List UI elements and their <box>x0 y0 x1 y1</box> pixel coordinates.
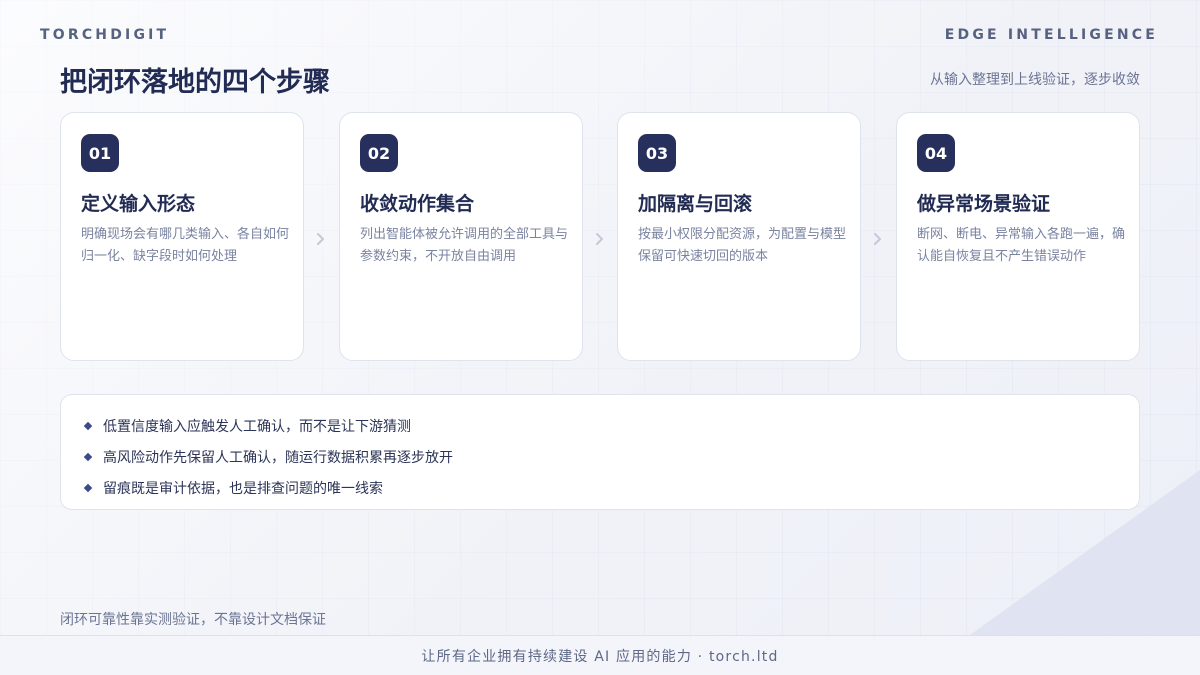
page-subtitle: 从输入整理到上线验证，逐步收敛 <box>930 72 1140 88</box>
step-number-badge: 04 <box>917 134 955 172</box>
list-item-text: 留痕既是审计依据，也是排查问题的唯一线索 <box>103 480 383 497</box>
step-title: 加隔离与回滚 <box>638 193 753 215</box>
step-description: 列出智能体被允许调用的全部工具与参数约束，不开放自由调用 <box>360 227 569 264</box>
footer-text: 让所有企业拥有持续建设 AI 应用的能力 · torch.ltd <box>421 648 779 665</box>
list-item-text: 高风险动作先保留人工确认，随运行数据积累再逐步放开 <box>103 449 453 466</box>
diamond-icon <box>83 421 93 430</box>
list-item: 留痕既是审计依据，也是排查问题的唯一线索 <box>83 472 1139 503</box>
chevron-right-icon <box>593 229 607 249</box>
step-description: 明确现场会有哪几类输入、各自如何归一化、缺字段时如何处理 <box>81 227 290 264</box>
diamond-icon <box>83 452 93 461</box>
step-card-3: 03 加隔离与回滚 按最小权限分配资源，为配置与模型保留可快速切回的版本 <box>617 112 861 361</box>
step-title: 做异常场景验证 <box>917 193 1051 215</box>
step-number-badge: 03 <box>638 134 676 172</box>
step-card-4: 04 做异常场景验证 断网、断电、异常输入各跑一遍，确认能自恢复且不产生错误动作 <box>896 112 1140 361</box>
step-description: 按最小权限分配资源，为配置与模型保留可快速切回的版本 <box>638 227 847 264</box>
chevron-right-icon <box>314 229 328 249</box>
step-number-badge: 02 <box>360 134 398 172</box>
list-item: 低置信度输入应触发人工确认，而不是让下游猜测 <box>83 410 1139 441</box>
diamond-icon <box>83 483 93 492</box>
list-item-text: 低置信度输入应触发人工确认，而不是让下游猜测 <box>103 418 411 435</box>
step-number-badge: 01 <box>81 134 119 172</box>
footnote: 闭环可靠性靠实测验证，不靠设计文档保证 <box>60 612 326 628</box>
chevron-right-icon <box>871 229 885 249</box>
key-points-panel: 低置信度输入应触发人工确认，而不是让下游猜测 高风险动作先保留人工确认，随运行数… <box>60 394 1140 510</box>
page-footer: 让所有企业拥有持续建设 AI 应用的能力 · torch.ltd <box>0 635 1200 675</box>
step-description: 断网、断电、异常输入各跑一遍，确认能自恢复且不产生错误动作 <box>917 227 1126 264</box>
brand-logo: TORCHDIGIT <box>40 27 170 43</box>
list-item: 高风险动作先保留人工确认，随运行数据积累再逐步放开 <box>83 441 1139 472</box>
step-title: 定义输入形态 <box>81 193 196 215</box>
step-card-2: 02 收敛动作集合 列出智能体被允许调用的全部工具与参数约束，不开放自由调用 <box>339 112 583 361</box>
brand-tagline: EDGE INTELLIGENCE <box>944 27 1158 43</box>
step-card-1: 01 定义输入形态 明确现场会有哪几类输入、各自如何归一化、缺字段时如何处理 <box>60 112 304 361</box>
step-title: 收敛动作集合 <box>360 193 475 215</box>
page-title: 把闭环落地的四个步骤 <box>60 67 330 98</box>
